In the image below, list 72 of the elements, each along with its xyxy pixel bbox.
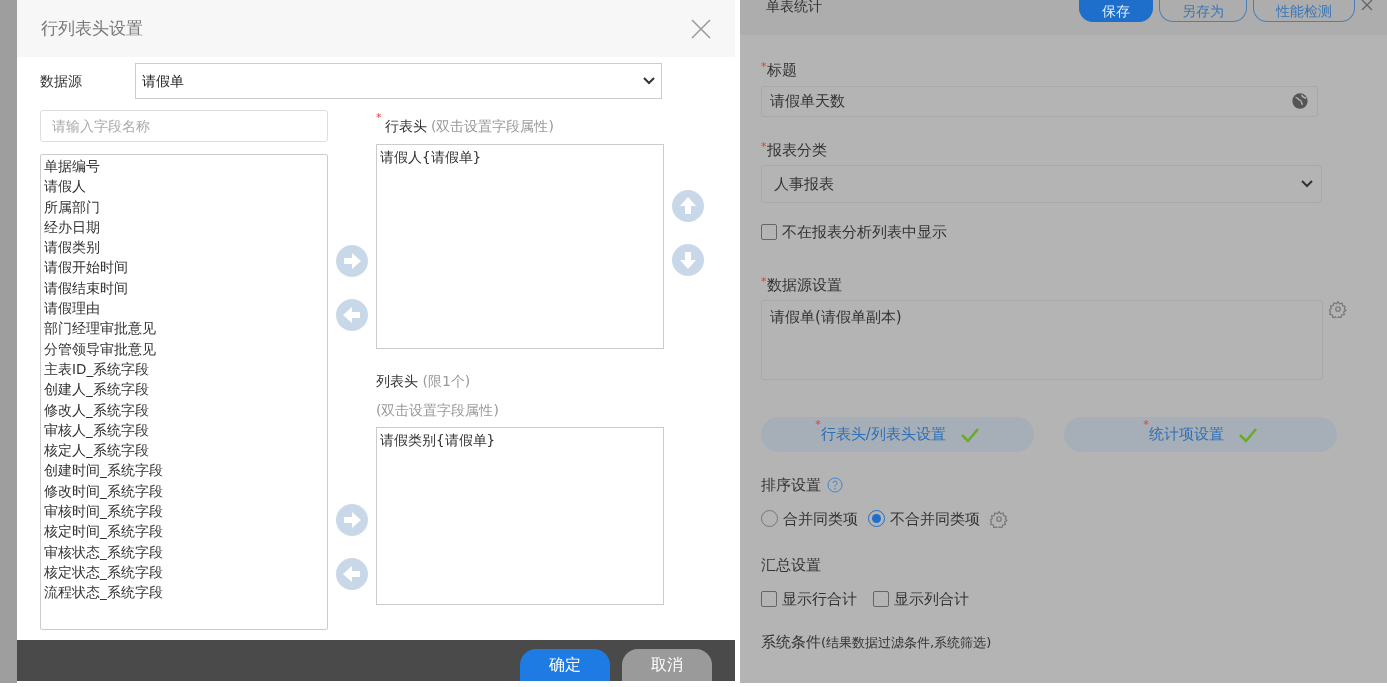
search-field[interactable]: 请输入字段名称 <box>40 110 328 142</box>
field-list-item[interactable]: 核定人_系统字段 <box>44 440 324 461</box>
field-list-item[interactable]: 核定状态_系统字段 <box>44 561 324 583</box>
field-list-item[interactable]: 所属部门 <box>44 196 324 217</box>
field-label: 标题 <box>766 60 797 81</box>
field-list-item[interactable]: 创建时间_系统字段 <box>44 460 324 481</box>
section-label: 系统条件(结果数据过滤条件,系统筛选) <box>761 632 993 653</box>
move-left-icon[interactable] <box>335 299 368 331</box>
field-list-item[interactable]: 创建人_系统字段 <box>44 379 324 400</box>
required-mark: * <box>761 273 767 290</box>
field-list-item[interactable]: 核定时间_系统字段 <box>44 521 324 542</box>
field-list-item[interactable]: 主表ID_系统字段 <box>44 358 324 380</box>
field-list-item[interactable]: 修改人_系统字段 <box>44 399 324 420</box>
required-mark: * <box>1143 417 1149 433</box>
required-mark: * <box>376 110 382 126</box>
section-label: 排序设置 <box>761 475 821 496</box>
settings-icon[interactable] <box>990 509 1008 528</box>
column-header-label: 列表头 (限1个) <box>376 372 472 391</box>
row-header-label: 行表头 (双击设置字段属性) <box>384 116 554 136</box>
move-down-icon[interactable] <box>671 244 704 276</box>
checkbox[interactable] <box>761 224 777 241</box>
field-list-item[interactable]: 分管领导审批意见 <box>44 338 324 359</box>
move-right-icon[interactable] <box>335 504 368 536</box>
settings-icon[interactable] <box>1329 300 1347 318</box>
data-source-select[interactable]: 请假单 <box>135 63 662 99</box>
field-list-item[interactable]: 审核时间_系统字段 <box>44 501 324 522</box>
required-mark: * <box>761 138 767 153</box>
required-mark: * <box>761 59 767 73</box>
row-header-item[interactable]: 请假人{请假单} <box>380 147 660 168</box>
chevron-down-icon <box>1301 180 1313 188</box>
column-header-item[interactable]: 请假类别{请假单} <box>380 430 660 451</box>
required-mark: * <box>815 417 821 433</box>
field-label: 报表分类 <box>766 139 827 161</box>
field-list-item[interactable]: 修改时间_系统字段 <box>44 480 324 502</box>
confirm-button[interactable]: 确定 <box>520 649 610 681</box>
move-left-icon[interactable] <box>335 558 368 590</box>
field-list-item[interactable]: 流程状态_系统字段 <box>44 582 324 603</box>
data-source-field[interactable]: 请假单(请假单副本) <box>761 300 1324 380</box>
panel-title: 单表统计 <box>766 0 822 12</box>
checkbox-label: 显示列合计 <box>894 588 969 610</box>
globe-icon[interactable] <box>1291 92 1309 110</box>
field-label: 数据源 <box>40 71 83 91</box>
checkbox[interactable] <box>873 590 889 607</box>
field-list-item[interactable]: 经办日期 <box>44 216 324 238</box>
move-up-icon[interactable] <box>671 190 704 222</box>
field-list-item[interactable]: 请假开始时间 <box>44 257 324 278</box>
close-icon[interactable] <box>691 18 711 39</box>
section-label: 汇总设置 <box>761 555 822 576</box>
field-list-item[interactable]: 审核状态_系统字段 <box>44 541 324 562</box>
header-button[interactable]: 保存 <box>1079 0 1153 22</box>
dialog-title: 行列表头设置 <box>41 16 143 40</box>
field-label: 数据源设置 <box>766 274 842 296</box>
check-icon <box>959 426 980 443</box>
chevron-down-icon <box>643 77 655 85</box>
field-list-item[interactable]: 审核人_系统字段 <box>44 419 324 441</box>
radio-label: 合并同类项 <box>783 508 858 530</box>
title-field[interactable]: 请假单天数 <box>761 85 1318 117</box>
radio-label: 不合并同类项 <box>890 508 980 530</box>
check-icon <box>1237 426 1258 443</box>
field-list-item[interactable]: 部门经理审批意见 <box>44 318 324 339</box>
move-right-icon[interactable] <box>335 245 368 277</box>
field-list-item[interactable]: 单据编号 <box>44 156 324 177</box>
help-icon[interactable] <box>827 477 843 494</box>
field-list-item[interactable]: 请假类别 <box>44 237 324 258</box>
checkbox[interactable] <box>761 590 777 607</box>
field-list-item[interactable]: 请假人 <box>44 176 324 197</box>
checkbox-label: 不在报表分析列表中显示 <box>782 222 947 243</box>
category-select[interactable]: 人事报表 <box>761 165 1322 203</box>
field-list-item[interactable]: 请假结束时间 <box>44 277 324 299</box>
column-header-hint: (双击设置字段属性) <box>376 401 500 420</box>
field-list-item[interactable]: 请假理由 <box>44 298 324 319</box>
checkbox-label: 显示行合计 <box>782 588 857 610</box>
